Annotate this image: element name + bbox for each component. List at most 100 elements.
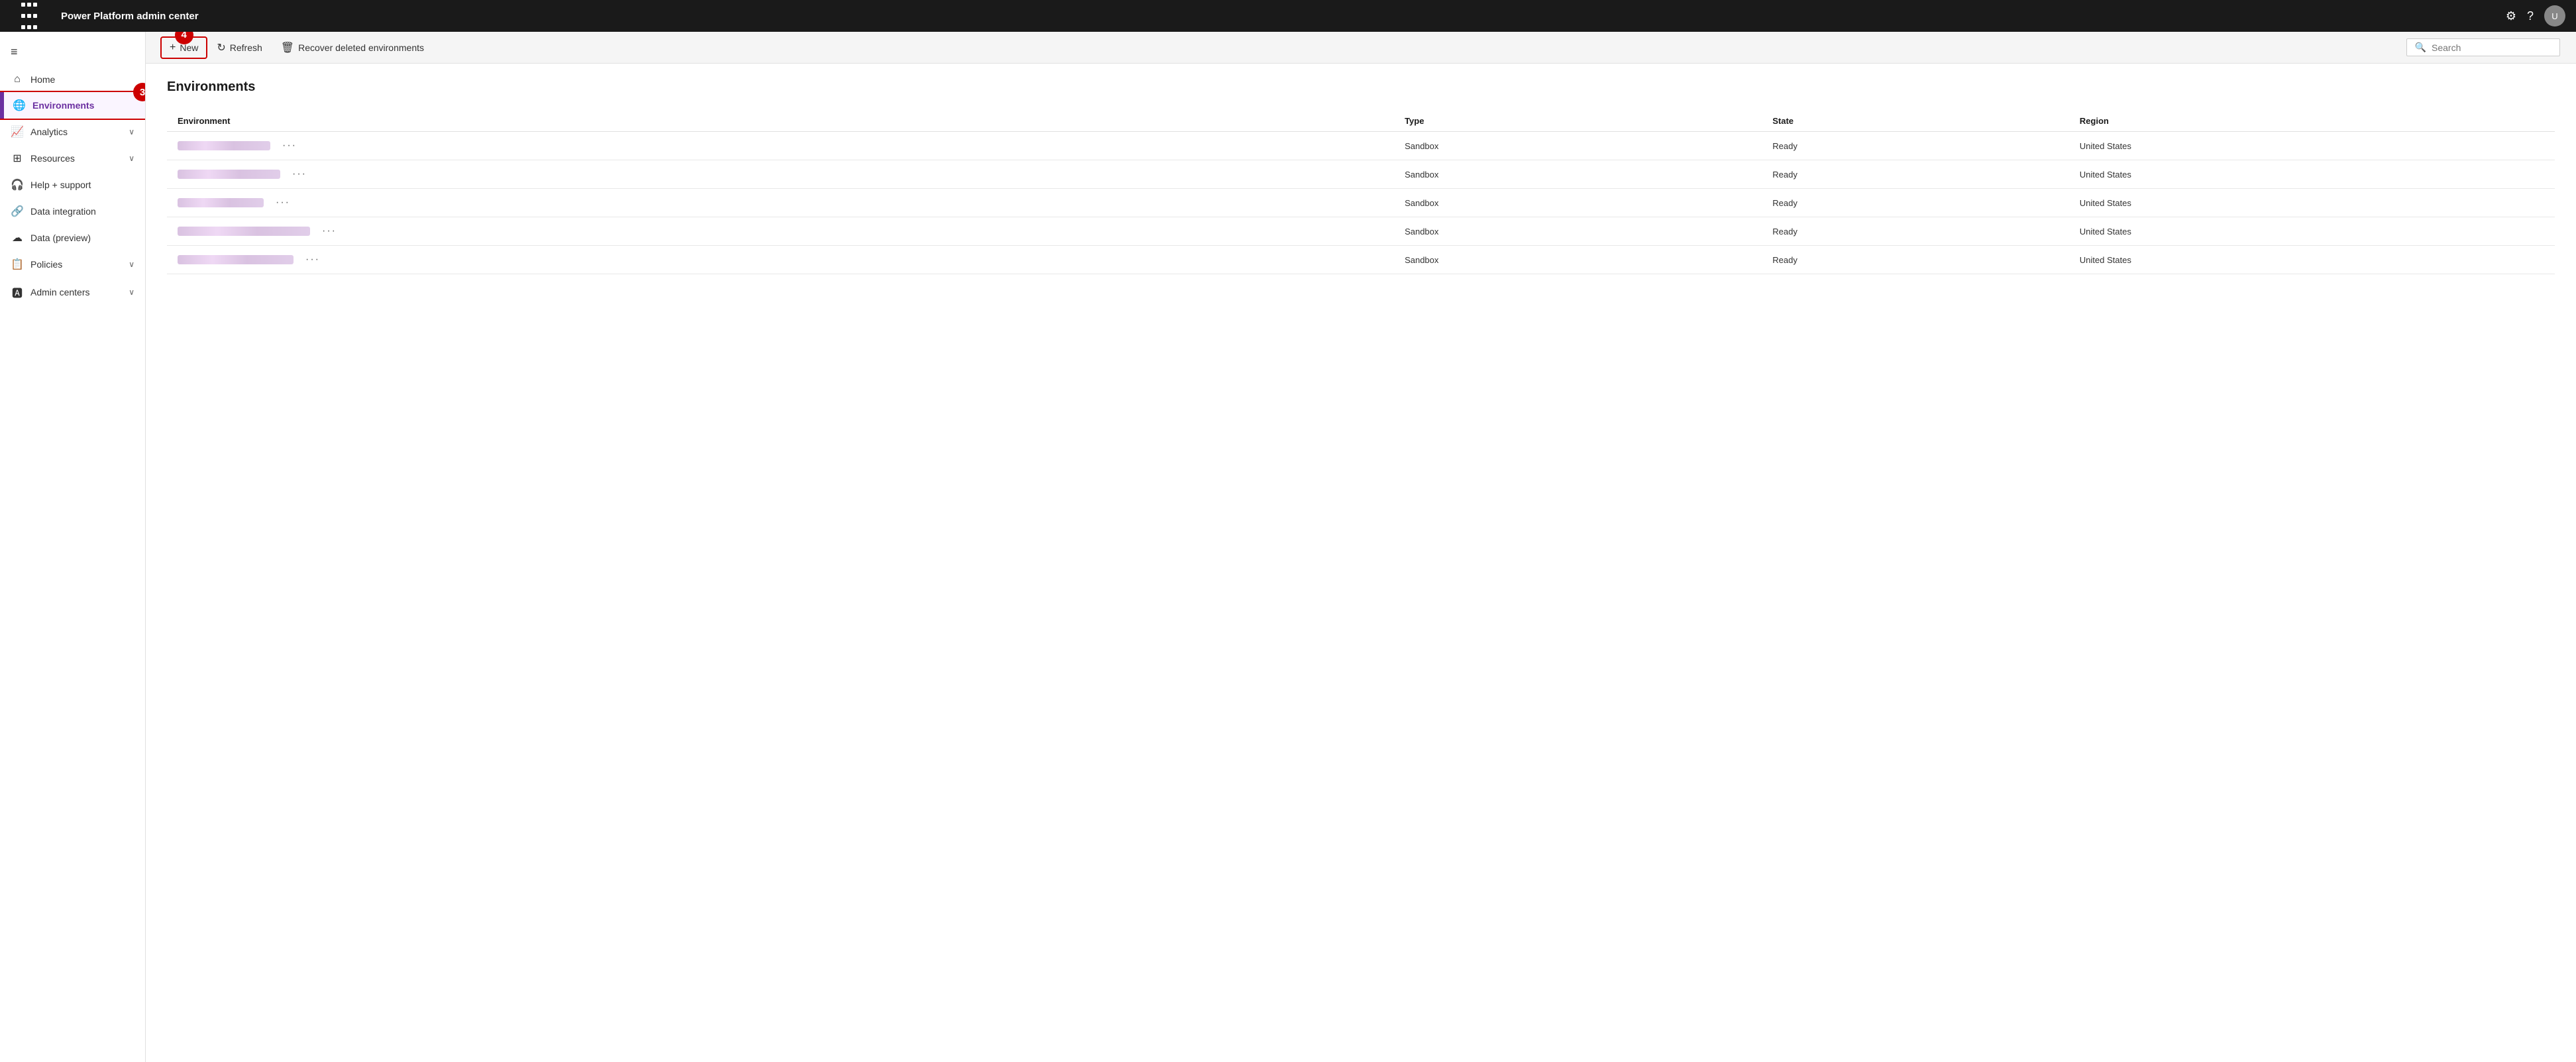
sidebar-item-help-support[interactable]: 🎧 Help + support <box>0 172 145 198</box>
more-options-button[interactable]: ··· <box>301 252 324 267</box>
env-region: United States <box>2069 217 2555 246</box>
help-support-icon: 🎧 <box>11 178 24 191</box>
table-row: ··· SandboxReadyUnited States <box>167 217 2555 246</box>
env-region: United States <box>2069 189 2555 217</box>
search-icon: 🔍 <box>2415 42 2426 53</box>
chevron-down-icon: ∨ <box>129 154 134 163</box>
sidebar-item-environments[interactable]: 3 🌐 Environments <box>0 92 145 119</box>
page-content: Environments Environment Type State Regi… <box>146 64 2576 1062</box>
blurred-name <box>178 198 264 207</box>
policies-icon: 📋 <box>11 258 24 271</box>
sidebar: ≡ ⌂ Home 3 🌐 Environments 📈 Analytics ∨ … <box>0 32 146 1062</box>
environments-icon: 🌐 <box>13 99 26 112</box>
main-layout: ≡ ⌂ Home 3 🌐 Environments 📈 Analytics ∨ … <box>0 32 2576 1062</box>
table-header: Environment Type State Region <box>167 111 2555 132</box>
refresh-button[interactable]: ↻ Refresh <box>209 37 270 58</box>
sidebar-item-data-preview[interactable]: ☁ Data (preview) <box>0 225 145 251</box>
blurred-name <box>178 227 310 236</box>
env-state: Ready <box>1762 160 2069 189</box>
recover-icon: 🗑 <box>281 41 294 54</box>
table-row: ··· SandboxReadyUnited States <box>167 189 2555 217</box>
environments-table: Environment Type State Region ··· Sandbo… <box>167 111 2555 274</box>
env-type: Sandbox <box>1394 160 1762 189</box>
sidebar-item-label: Analytics <box>30 127 122 137</box>
blurred-name <box>178 255 294 264</box>
sidebar-item-label: Resources <box>30 153 122 164</box>
help-button[interactable]: ? <box>2527 10 2534 22</box>
app-title: Power Platform admin center <box>61 11 2498 22</box>
sidebar-item-resources[interactable]: ⊞ Resources ∨ <box>0 145 145 172</box>
content-area: 4 + New ↻ Refresh 🗑 Recover deleted envi… <box>146 32 2576 1062</box>
env-type: Sandbox <box>1394 132 1762 160</box>
resources-icon: ⊞ <box>11 152 24 165</box>
env-state: Ready <box>1762 246 2069 274</box>
table-row: ··· SandboxReadyUnited States <box>167 132 2555 160</box>
admin-centers-icon: 🅰 <box>11 284 24 300</box>
env-name-content: ··· <box>178 224 1383 239</box>
table-row: ··· SandboxReadyUnited States <box>167 246 2555 274</box>
env-name-cell: ··· <box>167 160 1394 189</box>
sidebar-item-data-integration[interactable]: 🔗 Data integration <box>0 198 145 225</box>
env-state: Ready <box>1762 189 2069 217</box>
plus-icon: + <box>170 42 176 54</box>
more-options-button[interactable]: ··· <box>272 195 294 210</box>
col-header-type: Type <box>1394 111 1762 132</box>
waffle-menu-icon[interactable] <box>11 0 48 32</box>
col-header-environment: Environment <box>167 111 1394 132</box>
search-input[interactable] <box>2432 42 2551 53</box>
home-icon: ⌂ <box>11 74 24 85</box>
chevron-down-icon: ∨ <box>129 288 134 297</box>
sidebar-item-label: Admin centers <box>30 287 122 297</box>
env-name-content: ··· <box>178 195 1383 210</box>
recover-button-label: Recover deleted environments <box>298 42 424 53</box>
env-name-cell: ··· <box>167 217 1394 246</box>
sidebar-item-label: Data (preview) <box>30 233 134 243</box>
page-title: Environments <box>167 80 2555 95</box>
data-preview-icon: ☁ <box>11 231 24 244</box>
env-name-content: ··· <box>178 167 1383 182</box>
toolbar: 4 + New ↻ Refresh 🗑 Recover deleted envi… <box>146 32 2576 64</box>
env-state: Ready <box>1762 132 2069 160</box>
sidebar-item-label: Environments <box>32 100 134 111</box>
sidebar-item-admin-centers[interactable]: 🅰 Admin centers ∨ <box>0 278 145 307</box>
sidebar-hamburger[interactable]: ≡ <box>0 37 145 67</box>
env-type: Sandbox <box>1394 217 1762 246</box>
env-type: Sandbox <box>1394 189 1762 217</box>
sidebar-item-home[interactable]: ⌂ Home <box>0 67 145 92</box>
sidebar-item-label: Data integration <box>30 206 134 217</box>
sidebar-item-label: Home <box>30 74 134 85</box>
col-header-state: State <box>1762 111 2069 132</box>
env-type: Sandbox <box>1394 246 1762 274</box>
col-header-region: Region <box>2069 111 2555 132</box>
refresh-icon: ↻ <box>217 41 225 54</box>
more-options-button[interactable]: ··· <box>318 224 341 239</box>
sidebar-item-label: Help + support <box>30 180 134 190</box>
chevron-down-icon: ∨ <box>129 260 134 269</box>
search-box[interactable]: 🔍 <box>2406 38 2560 56</box>
chevron-down-icon: ∨ <box>129 127 134 136</box>
more-options-button[interactable]: ··· <box>278 138 301 153</box>
active-indicator <box>2 92 4 119</box>
blurred-name <box>178 141 270 150</box>
data-integration-icon: 🔗 <box>11 205 24 218</box>
env-state: Ready <box>1762 217 2069 246</box>
settings-button[interactable]: ⚙ <box>2506 10 2516 22</box>
table-row: ··· SandboxReadyUnited States <box>167 160 2555 189</box>
env-name-cell: ··· <box>167 189 1394 217</box>
analytics-icon: 📈 <box>11 125 24 138</box>
env-name-cell: ··· <box>167 132 1394 160</box>
avatar[interactable]: U <box>2544 5 2565 27</box>
more-options-button[interactable]: ··· <box>288 167 311 182</box>
sidebar-item-policies[interactable]: 📋 Policies ∨ <box>0 251 145 278</box>
sidebar-item-analytics[interactable]: 📈 Analytics ∨ <box>0 119 145 145</box>
annotation-badge-3: 3 <box>133 83 146 101</box>
top-nav-icons: ⚙ ? U <box>2506 5 2565 27</box>
blurred-name <box>178 170 280 179</box>
recover-button[interactable]: 🗑 Recover deleted environments <box>273 37 432 58</box>
env-name-content: ··· <box>178 138 1383 153</box>
env-region: United States <box>2069 246 2555 274</box>
refresh-button-label: Refresh <box>230 42 262 53</box>
env-name-cell: ··· <box>167 246 1394 274</box>
env-name-content: ··· <box>178 252 1383 267</box>
env-region: United States <box>2069 132 2555 160</box>
